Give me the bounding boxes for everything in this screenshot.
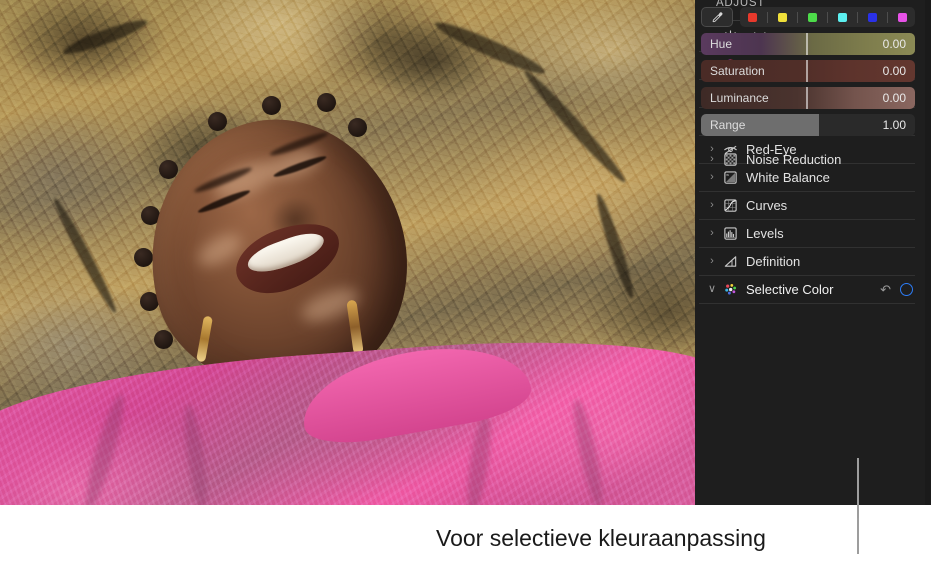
callout-leader-line	[857, 458, 859, 554]
adjust-row-noise-reduction[interactable]: › Noise Reduction	[699, 145, 915, 173]
row-tools: ↶	[880, 283, 915, 296]
swatch-separator	[826, 11, 828, 23]
slider-value: 0.00	[882, 37, 906, 51]
chevron-right-icon[interactable]: ›	[704, 256, 720, 267]
swatch-magenta[interactable]	[897, 12, 907, 22]
definition-icon	[720, 252, 740, 272]
chevron-right-icon[interactable]: ›	[704, 228, 720, 239]
photo-viewer[interactable]	[0, 0, 695, 505]
selective-color-controls: Hue 0.00 Saturation 0.00 Luminance 0.00 …	[701, 6, 915, 136]
swatch-yellow[interactable]	[778, 12, 788, 22]
adjust-row-curves[interactable]: › Curves	[699, 192, 915, 220]
callout-caption: Voor selectieve kleuraanpassing	[436, 525, 766, 551]
chevron-right-icon[interactable]: ›	[704, 200, 720, 211]
adjust-row-label: Selective Color	[746, 282, 834, 297]
swatch-separator	[767, 11, 769, 23]
swatch-separator	[886, 11, 888, 23]
chevron-right-icon[interactable]: ›	[704, 153, 720, 165]
slider-value: 0.00	[882, 64, 906, 78]
hair-knot	[208, 112, 227, 131]
slider-luminance[interactable]: Luminance 0.00	[701, 87, 915, 109]
eyedropper-button[interactable]	[701, 7, 733, 27]
hair-knot	[154, 330, 173, 349]
adjust-row-label: Levels	[746, 226, 784, 241]
hair-knot	[134, 248, 153, 267]
svg-text:w: w	[726, 173, 729, 177]
chevron-right-icon[interactable]: ›	[704, 172, 720, 183]
eyedropper-icon	[712, 11, 722, 22]
adjust-row-label: Curves	[746, 198, 788, 213]
swatch-green[interactable]	[808, 12, 818, 22]
photo-subject	[0, 0, 695, 505]
chevron-down-icon[interactable]: ∨	[704, 284, 720, 295]
swatch-red[interactable]	[748, 12, 758, 22]
slider-hue[interactable]: Hue 0.00	[701, 33, 915, 55]
selective-color-icon	[720, 280, 740, 300]
enable-toggle-icon[interactable]	[900, 283, 913, 296]
adjust-row-label: Noise Reduction	[746, 151, 842, 167]
slider-handle[interactable]	[805, 60, 808, 82]
adjust-row-label: Definition	[746, 254, 801, 269]
hair-knot	[317, 93, 336, 112]
noise-reduction-section: › Noise Reduction	[695, 145, 931, 173]
swatch-row	[701, 6, 915, 28]
slider-handle[interactable]	[805, 33, 808, 55]
swatch-separator	[797, 11, 799, 23]
hair-knot	[262, 96, 281, 115]
noise-reduction-icon	[720, 149, 740, 169]
slider-label: Luminance	[710, 91, 769, 105]
slider-range[interactable]: Range 1.00	[701, 114, 915, 136]
slider-label: Hue	[710, 37, 733, 51]
reset-icon[interactable]: ↶	[880, 283, 891, 296]
swatch-cyan[interactable]	[837, 12, 847, 22]
adjust-row-selective-color[interactable]: ∨ Selective Color ↶	[699, 276, 915, 304]
curves-icon	[720, 196, 740, 216]
slider-value: 1.00	[882, 118, 906, 132]
slider-saturation[interactable]: Saturation 0.00	[701, 60, 915, 82]
adjust-row-definition[interactable]: › Definition	[699, 248, 915, 276]
levels-icon	[720, 224, 740, 244]
adjust-row-levels[interactable]: › Levels	[699, 220, 915, 248]
slider-handle[interactable]	[805, 87, 808, 109]
screenshot-root: ADJUST › Light	[0, 0, 931, 564]
adjust-panel: ADJUST › Light	[695, 0, 931, 505]
slider-label: Saturation	[710, 64, 765, 78]
swatch-blue[interactable]	[867, 12, 877, 22]
swatch-separator	[856, 11, 858, 23]
slider-label: Range	[710, 118, 746, 132]
color-swatches[interactable]	[740, 7, 915, 27]
hair-knot	[348, 118, 367, 137]
slider-value: 0.00	[882, 91, 906, 105]
